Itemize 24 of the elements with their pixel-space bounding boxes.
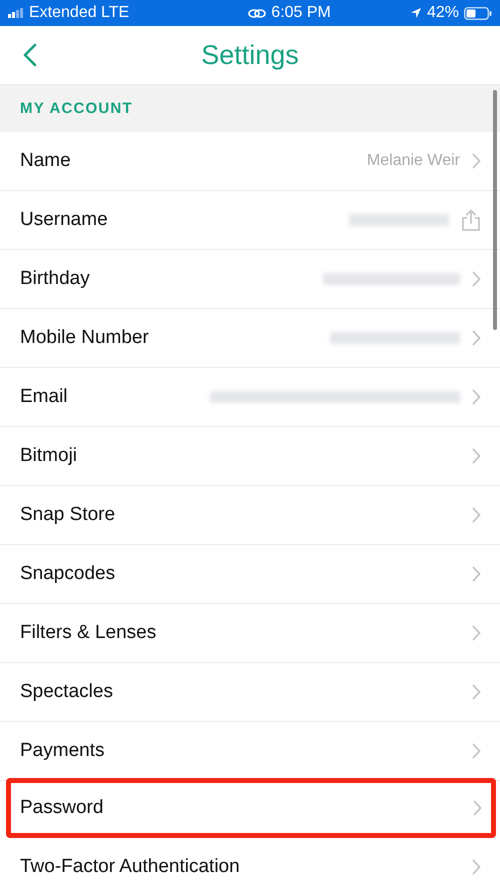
battery-icon	[464, 6, 492, 20]
chevron-icon	[472, 859, 481, 875]
chevron-icon	[472, 507, 481, 523]
battery-percent-text: 42%	[426, 4, 459, 22]
chevron-icon	[473, 800, 482, 816]
back-button[interactable]	[23, 43, 37, 67]
chevron-icon	[472, 566, 481, 582]
chevron-icon	[472, 625, 481, 641]
row-value: Melanie Weir	[366, 152, 460, 170]
chevron-icon	[472, 448, 481, 464]
chevron-icon	[472, 330, 481, 346]
clock-text: 6:05 PM	[271, 4, 331, 22]
chevron-icon	[472, 743, 481, 759]
screen-title: Settings	[201, 40, 299, 70]
chevron-icon	[472, 684, 481, 700]
chevron-icon	[472, 389, 481, 405]
chevron-icon	[472, 271, 481, 287]
location-arrow-icon	[410, 7, 422, 19]
signal-icon	[8, 8, 24, 18]
section-title: MY ACCOUNT	[20, 100, 133, 117]
chevron-icon	[472, 153, 481, 169]
share-icon	[461, 209, 481, 231]
link-icon	[248, 8, 266, 18]
carrier-text: Extended LTE	[29, 4, 130, 22]
